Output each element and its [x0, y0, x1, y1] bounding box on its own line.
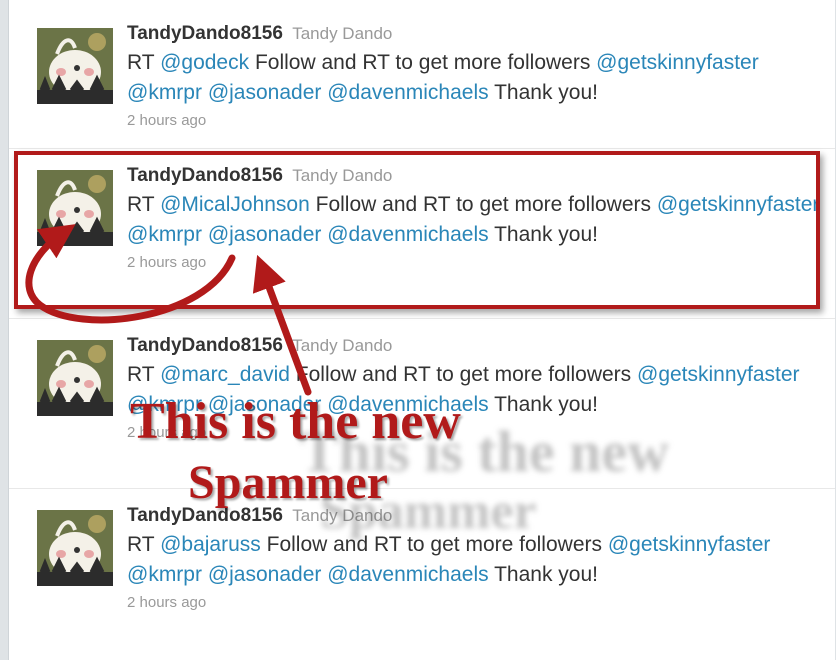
mention-link[interactable]: @jasonader	[208, 223, 322, 246]
tweet: TandyDando8156 Tandy Dando RT @MicalJohn…	[9, 148, 835, 319]
avatar[interactable]	[37, 170, 113, 246]
timestamp[interactable]: 2 hours ago	[127, 254, 821, 271]
timestamp[interactable]: 2 hours ago	[127, 112, 821, 129]
mention-link[interactable]: @getskinnyfaster	[657, 193, 820, 216]
screen-name[interactable]: TandyDando8156	[127, 23, 283, 44]
mention-link[interactable]: @kmrpr	[127, 563, 202, 586]
real-name: Tandy Dando	[292, 24, 393, 43]
tweet-content: TandyDando8156 Tandy Dando RT @bajaruss …	[127, 504, 821, 611]
tweet-text-body: Follow and RT to get more followers	[289, 363, 637, 386]
mention-link[interactable]: @jasonader	[208, 393, 322, 416]
screen-name[interactable]: TandyDando8156	[127, 335, 283, 356]
screen-name[interactable]: TandyDando8156	[127, 505, 283, 526]
tweet-text-prefix: RT	[127, 363, 161, 386]
tweet-text: RT @MicalJohnson Follow and RT to get mo…	[127, 190, 821, 250]
mention-link[interactable]: @davenmichaels	[327, 393, 488, 416]
tweet-text-suffix: Thank you!	[488, 393, 598, 416]
avatar-image	[37, 340, 113, 416]
avatar-image	[37, 170, 113, 246]
mention-link[interactable]: @getskinnyfaster	[637, 363, 800, 386]
tweet-text-body: Follow and RT to get more followers	[260, 533, 608, 556]
tweet-content: TandyDando8156 Tandy Dando RT @marc_davi…	[127, 334, 821, 441]
tweet-text: RT @marc_david Follow and RT to get more…	[127, 360, 821, 420]
timestamp[interactable]: 2 hours ago	[127, 594, 821, 611]
avatar-image	[37, 510, 113, 586]
tweet-text-prefix: RT	[127, 533, 161, 556]
tweet-text-prefix: RT	[127, 193, 161, 216]
tweet: TandyDando8156 Tandy Dando RT @marc_davi…	[9, 318, 835, 489]
mention-link[interactable]: @MicalJohnson	[160, 193, 310, 216]
avatar[interactable]	[37, 340, 113, 416]
tweet-text-body: Follow and RT to get more followers	[249, 51, 597, 74]
tweet: TandyDando8156 Tandy Dando RT @bajaruss …	[9, 488, 835, 660]
avatar-image	[37, 28, 113, 104]
mention-link[interactable]: @davenmichaels	[327, 81, 488, 104]
tweet-content: TandyDando8156 Tandy Dando RT @MicalJohn…	[127, 164, 821, 271]
mention-link[interactable]: @godeck	[160, 51, 249, 74]
tweet-header: TandyDando8156 Tandy Dando	[127, 22, 821, 46]
tweet-text-prefix: RT	[127, 51, 161, 74]
real-name: Tandy Dando	[292, 336, 393, 355]
avatar[interactable]	[37, 28, 113, 104]
tweet-text-body: Follow and RT to get more followers	[309, 193, 657, 216]
mention-link[interactable]: @kmrpr	[127, 223, 202, 246]
tweet-content: TandyDando8156 Tandy Dando RT @godeck Fo…	[127, 22, 821, 129]
tweet-text-suffix: Thank you!	[488, 563, 598, 586]
tweet-text: RT @godeck Follow and RT to get more fol…	[127, 48, 821, 108]
mention-link[interactable]: @davenmichaels	[327, 223, 488, 246]
tweet-text-suffix: Thank you!	[488, 223, 598, 246]
tweet-header: TandyDando8156 Tandy Dando	[127, 504, 821, 528]
timeline: TandyDando8156 Tandy Dando RT @godeck Fo…	[8, 0, 835, 660]
mention-link[interactable]: @jasonader	[208, 81, 322, 104]
mention-link[interactable]: @getskinnyfaster	[608, 533, 771, 556]
mention-link[interactable]: @marc_david	[160, 363, 290, 386]
tweet-text: RT @bajaruss Follow and RT to get more f…	[127, 530, 821, 590]
tweet: TandyDando8156 Tandy Dando RT @godeck Fo…	[9, 0, 835, 149]
mention-link[interactable]: @getskinnyfaster	[596, 51, 759, 74]
real-name: Tandy Dando	[292, 506, 393, 525]
timestamp[interactable]: 2 hours ago	[127, 424, 821, 441]
mention-link[interactable]: @jasonader	[208, 563, 322, 586]
mention-link[interactable]: @kmrpr	[127, 393, 202, 416]
tweet-header: TandyDando8156 Tandy Dando	[127, 334, 821, 358]
screen-name[interactable]: TandyDando8156	[127, 165, 283, 186]
tweet-header: TandyDando8156 Tandy Dando	[127, 164, 821, 188]
mention-link[interactable]: @kmrpr	[127, 81, 202, 104]
mention-link[interactable]: @davenmichaels	[327, 563, 488, 586]
avatar[interactable]	[37, 510, 113, 586]
mention-link[interactable]: @bajaruss	[160, 533, 261, 556]
tweet-text-suffix: Thank you!	[488, 81, 598, 104]
real-name: Tandy Dando	[292, 166, 393, 185]
